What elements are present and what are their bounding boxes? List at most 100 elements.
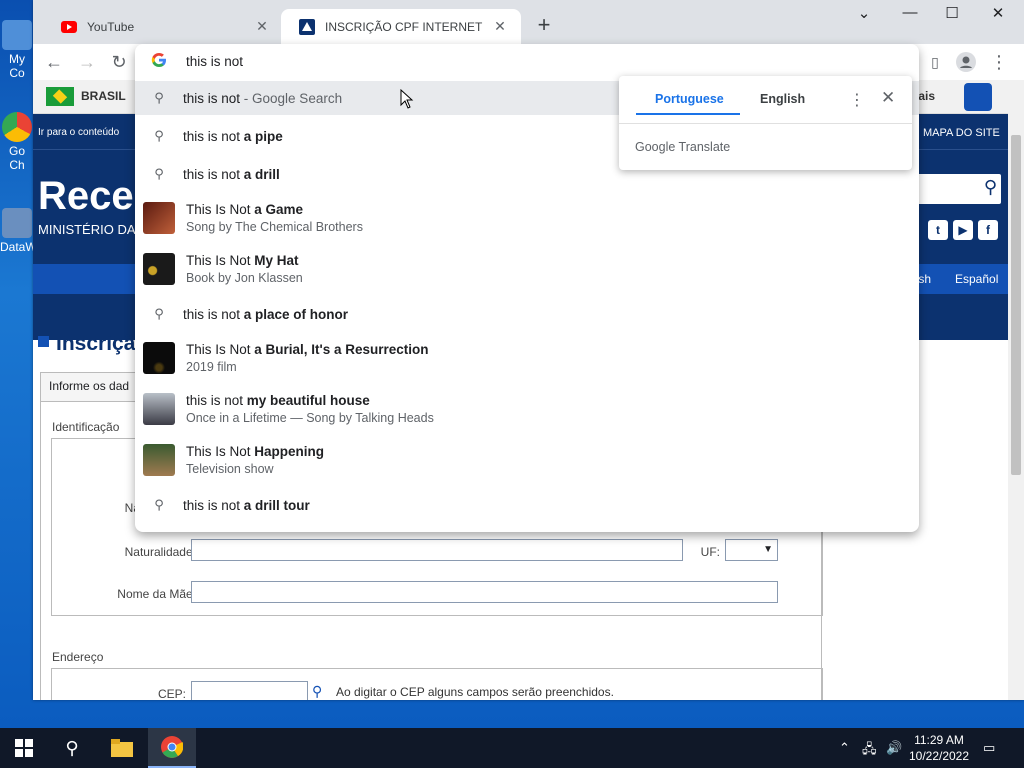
- suggestion-text: This Is Not My Hat: [186, 253, 303, 268]
- omnibox-query[interactable]: this is not: [186, 54, 243, 69]
- back-icon[interactable]: ←: [41, 49, 67, 75]
- desktop-icon-google-chrome[interactable]: Go Ch: [0, 112, 34, 172]
- address-bar[interactable]: this is not: [135, 44, 919, 80]
- notification-icon[interactable]: ▭: [983, 740, 995, 756]
- suggestion-block: This Is Not Happening Television show: [186, 444, 324, 476]
- book-thumbnail: [143, 253, 175, 285]
- chevron-down-icon: ▼: [763, 544, 773, 555]
- tab-search-icon[interactable]: ⌄: [841, 4, 887, 26]
- accessibility-hand-icon[interactable]: [964, 83, 992, 111]
- search-icon[interactable]: ⚲: [984, 177, 997, 198]
- suggestion-prefix: this is not: [183, 497, 244, 513]
- profile-avatar-icon[interactable]: [953, 49, 979, 75]
- tab-youtube[interactable]: YouTube ✕: [43, 9, 283, 44]
- maximize-button[interactable]: ☐: [929, 4, 975, 26]
- suggestion-prefix: This Is Not: [186, 444, 255, 459]
- skip-to-content-link[interactable]: Ir para o conteúdo: [38, 127, 119, 138]
- file-explorer-icon[interactable]: [98, 728, 146, 768]
- chrome-taskbar-icon[interactable]: [148, 728, 196, 768]
- close-tab-icon[interactable]: ✕: [491, 18, 509, 35]
- suggestion-subtitle: Book by Jon Klassen: [186, 271, 303, 285]
- suggestion-bold: My Hat: [254, 253, 299, 268]
- google-translate-bubble: Portuguese English ⋮ ✕ Google Translate: [619, 76, 912, 170]
- network-icon[interactable]: 🖧: [862, 740, 877, 762]
- address-legend: Endereço: [52, 650, 104, 664]
- mother-name-field[interactable]: [191, 581, 778, 603]
- brasil-link[interactable]: BRASIL: [81, 89, 126, 103]
- volume-icon[interactable]: 🔊: [886, 740, 902, 756]
- cep-search-icon[interactable]: ⚲: [312, 683, 322, 700]
- search-icon: ⚲: [154, 166, 164, 181]
- windows-start-icon[interactable]: [0, 728, 48, 768]
- suggestion-prefix: this is not: [183, 166, 244, 182]
- google-g-icon: [151, 52, 167, 72]
- tab-title: YouTube: [87, 19, 135, 34]
- ministry-subtitle: MINISTÉRIO DA: [38, 222, 136, 237]
- suggestion-row[interactable]: this is not my beautiful house Once in a…: [135, 385, 919, 433]
- uf-select[interactable]: ▼: [725, 539, 778, 561]
- twitter-icon[interactable]: t: [928, 220, 948, 240]
- suggestion-row[interactable]: ⚲ this is not a place of honor: [135, 296, 919, 332]
- minimize-button[interactable]: —: [887, 4, 933, 26]
- source-language-tab[interactable]: Portuguese: [655, 92, 724, 106]
- naturalidade-field[interactable]: [191, 539, 683, 561]
- song-thumbnail: [143, 393, 175, 425]
- scrollbar-thumb[interactable]: [1011, 135, 1021, 475]
- target-language-tab[interactable]: English: [760, 92, 805, 106]
- close-tab-icon[interactable]: ✕: [253, 18, 271, 35]
- side-panel-icon[interactable]: ▯: [922, 49, 948, 75]
- search-icon[interactable]: ⚲: [48, 728, 96, 768]
- close-icon[interactable]: ✕: [881, 88, 895, 108]
- language-spanish-link[interactable]: Español: [955, 272, 998, 286]
- suggestion-row[interactable]: ⚲ this is not a drill tour: [135, 487, 919, 523]
- suggestion-row[interactable]: This Is Not My Hat Book by Jon Klassen: [135, 245, 919, 293]
- film-thumbnail: [143, 342, 175, 374]
- chrome-menu-icon[interactable]: ⋮: [986, 49, 1012, 75]
- site-search-input[interactable]: ⚲: [913, 174, 1001, 204]
- suggestion-block: This Is Not a Game Song by The Chemical …: [186, 202, 363, 234]
- identification-legend: Identificação: [52, 420, 120, 434]
- facebook-icon[interactable]: f: [978, 220, 998, 240]
- suggestion-row[interactable]: This Is Not a Burial, It's a Resurrectio…: [135, 334, 919, 382]
- page-scrollbar[interactable]: [1008, 80, 1024, 700]
- tab-inscricao-cpf[interactable]: INSCRIÇÃO CPF INTERNET ✕: [281, 9, 521, 44]
- system-clock[interactable]: 11:29 AM 10/22/2022: [904, 732, 974, 764]
- uf-label: UF:: [700, 545, 720, 559]
- suggestion-block: this is not my beautiful house Once in a…: [186, 393, 434, 425]
- suggestion-text: this is not my beautiful house: [186, 393, 434, 408]
- reload-icon[interactable]: ↻: [106, 49, 132, 75]
- google-translate-brand: Google Translate: [635, 140, 731, 154]
- more-options-icon[interactable]: ⋮: [849, 90, 865, 110]
- suggestion-prefix: this is not: [183, 90, 241, 106]
- datawarrior-icon: [2, 208, 32, 238]
- suggestion-text: this is not a place of honor: [183, 307, 348, 322]
- suggestion-text: This Is Not Happening: [186, 444, 324, 459]
- youtube-social-icon[interactable]: ▶: [953, 220, 973, 240]
- search-icon: ⚲: [154, 497, 164, 512]
- desktop-icon-label: Go Ch: [8, 144, 25, 172]
- site-title: Recei: [38, 174, 145, 218]
- suggestion-text: this is not a drill: [183, 167, 280, 182]
- suggestion-bold: a Game: [254, 202, 304, 217]
- suggestion-block: This Is Not My Hat Book by Jon Klassen: [186, 253, 303, 285]
- new-tab-button[interactable]: +: [531, 13, 557, 39]
- suggestion-text: this is not - Google Search: [183, 91, 342, 106]
- suggestion-text: this is not a pipe: [183, 129, 283, 144]
- suggestion-row[interactable]: This Is Not a Game Song by The Chemical …: [135, 194, 919, 242]
- forward-icon[interactable]: →: [74, 49, 100, 75]
- clock-date: 10/22/2022: [908, 749, 970, 763]
- suggestion-bold: Happening: [254, 444, 325, 459]
- chevron-up-icon[interactable]: ⌃: [839, 740, 850, 756]
- suggestion-row[interactable]: This Is Not Happening Television show: [135, 436, 919, 484]
- suggestion-text: This Is Not a Game: [186, 202, 363, 217]
- suggestion-bold: my beautiful house: [246, 393, 370, 408]
- cep-field[interactable]: [191, 681, 308, 700]
- close-window-button[interactable]: ✕: [975, 4, 1021, 26]
- suggestion-prefix: this is not: [186, 393, 247, 408]
- desktop-icon-datawarrior[interactable]: DataW: [0, 208, 37, 254]
- chrome-icon: [2, 112, 32, 142]
- site-map-link[interactable]: MAPA DO SITE: [923, 127, 1000, 139]
- naturalidade-label: Naturalidade:: [124, 545, 196, 559]
- tab-strip: YouTube ✕ INSCRIÇÃO CPF INTERNET ✕ + ⌄ —…: [33, 0, 1024, 44]
- desktop-icon-my-computer[interactable]: My Co: [0, 20, 34, 80]
